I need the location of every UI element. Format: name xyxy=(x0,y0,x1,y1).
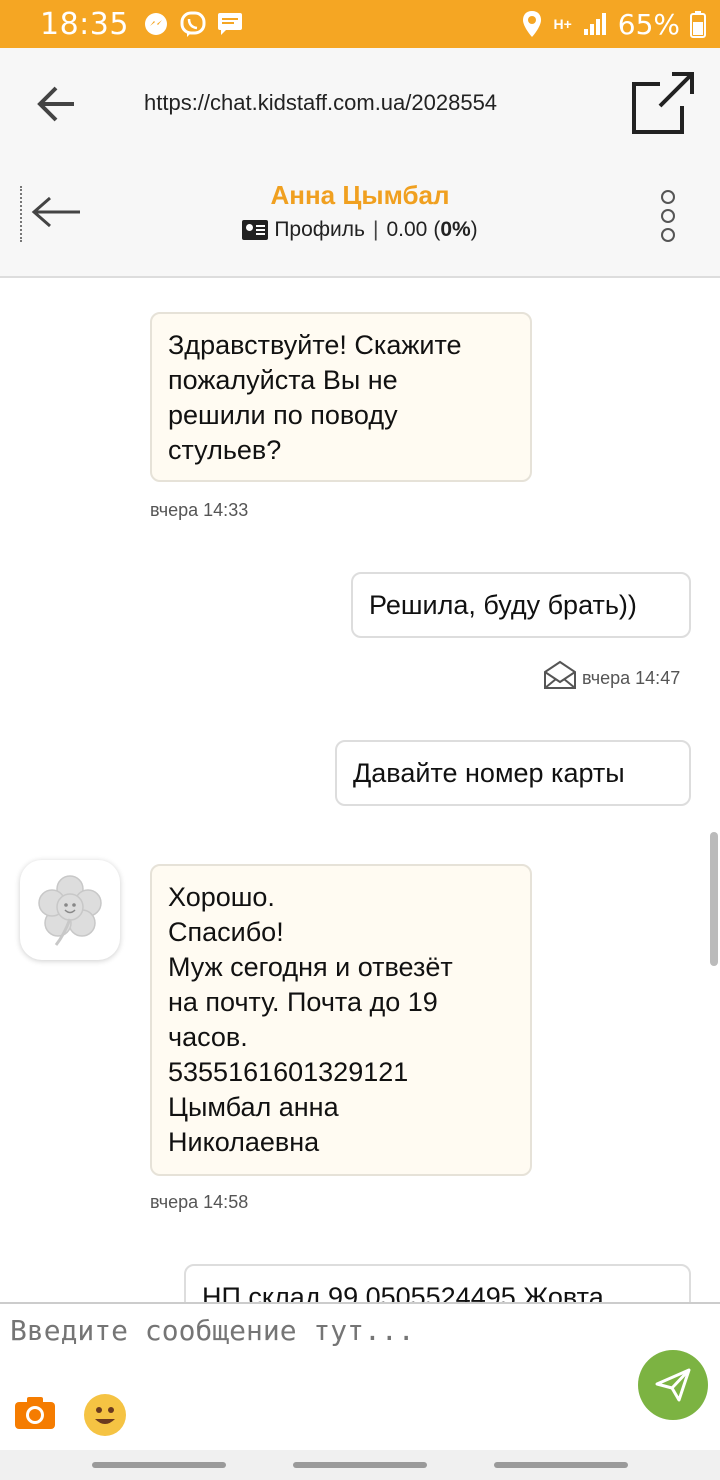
battery-percent: 65% xyxy=(617,7,680,41)
chat-header: Анна Цымбал Профиль | 0.00 (0%) xyxy=(0,158,720,278)
meta-separator: | xyxy=(372,218,379,241)
camera-icon[interactable] xyxy=(14,1396,56,1430)
rating-value: 0.00 xyxy=(386,218,428,241)
rating-percent: (0%) xyxy=(433,218,477,242)
scrollbar-thumb[interactable] xyxy=(710,832,718,966)
battery-icon xyxy=(690,11,706,38)
nav-home-button[interactable] xyxy=(293,1462,427,1468)
message-bubble-incoming[interactable]: Хорошо. Спасибо! Муж сегодня и отвезёт н… xyxy=(150,864,532,1176)
profile-link[interactable]: Профиль xyxy=(274,218,365,242)
system-nav-bar xyxy=(0,1450,720,1480)
message-time: вчера 14:33 xyxy=(150,500,249,520)
send-button[interactable] xyxy=(638,1350,708,1420)
browser-bar: https://chat.kidstaff.com.ua/2028554 xyxy=(0,48,720,158)
contact-name[interactable]: Анна Цымбал xyxy=(0,180,720,211)
emoji-icon[interactable] xyxy=(84,1394,126,1436)
send-icon xyxy=(655,1368,691,1402)
smiley-face-icon xyxy=(95,1407,115,1424)
contact-avatar[interactable] xyxy=(20,860,120,960)
status-time: 18:35 xyxy=(40,6,129,42)
message-bubble-outgoing[interactable]: Давайте номер карты xyxy=(335,740,691,806)
browser-url[interactable]: https://chat.kidstaff.com.ua/2028554 xyxy=(144,90,497,116)
open-external-icon[interactable] xyxy=(630,70,696,136)
flower-icon xyxy=(38,875,102,946)
message-icon xyxy=(217,13,242,35)
viber-icon xyxy=(180,11,206,37)
status-bar: 18:35 H+ 65% xyxy=(0,0,720,48)
envelope-icon xyxy=(544,660,576,689)
message-bubble-incoming[interactable]: Здравствуйте! Скажите пожалуйста Вы не р… xyxy=(150,312,532,482)
contact-meta: Профиль | 0.00 (0%) xyxy=(0,218,720,242)
messenger-icon xyxy=(144,13,167,35)
menu-dot xyxy=(661,228,675,242)
message-list[interactable]: Здравствуйте! Скажите пожалуйста Вы не р… xyxy=(0,280,720,1302)
message-time: вчера 14:47 xyxy=(582,668,681,688)
nav-back-button[interactable] xyxy=(494,1462,628,1468)
location-icon xyxy=(523,11,542,37)
percent-value: 0% xyxy=(440,218,471,241)
percent-close: ) xyxy=(470,218,478,241)
menu-dot xyxy=(661,209,675,223)
message-input[interactable] xyxy=(10,1314,610,1347)
message-bubble-outgoing[interactable]: НП склад 99 0505524495 Жовта xyxy=(184,1264,691,1302)
message-composer xyxy=(0,1302,720,1450)
browser-back-icon[interactable] xyxy=(34,84,78,124)
network-type: H+ xyxy=(553,16,572,32)
signal-icon xyxy=(583,13,606,35)
menu-dot xyxy=(661,190,675,204)
message-time: вчера 14:58 xyxy=(150,1192,249,1212)
message-bubble-outgoing[interactable]: Решила, буду брать)) xyxy=(351,572,691,638)
more-options-icon[interactable] xyxy=(658,190,678,242)
profile-card-icon[interactable] xyxy=(242,220,269,240)
nav-recent-button[interactable] xyxy=(92,1462,226,1468)
